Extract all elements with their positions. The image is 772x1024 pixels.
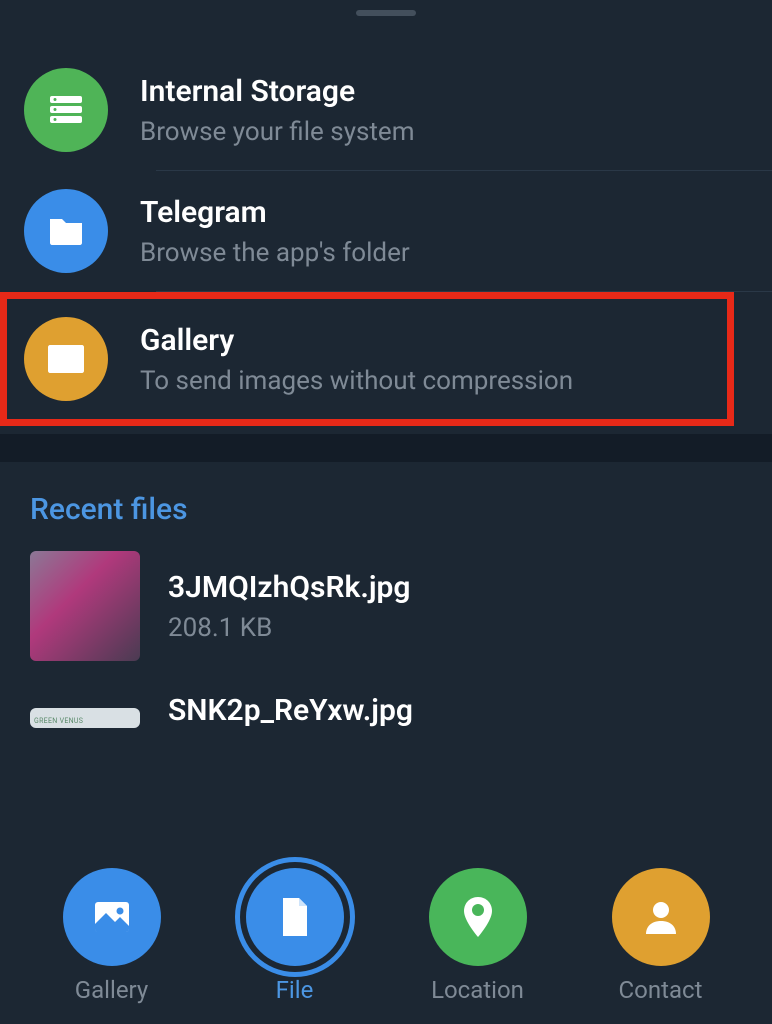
storage-options-list: Internal Storage Browse your file system… bbox=[0, 0, 772, 426]
recent-files-heading: Recent files bbox=[30, 492, 742, 527]
storage-item-title: Internal Storage bbox=[140, 74, 748, 109]
recent-file-item[interactable]: 3JMQIzhQsRk.jpg 208.1 KB bbox=[30, 551, 742, 661]
bottom-nav: Gallery File Location Contact bbox=[0, 852, 772, 1024]
contact-icon bbox=[612, 868, 710, 966]
nav-label: Gallery bbox=[75, 976, 149, 1004]
storage-item-text: Gallery To send images without compressi… bbox=[140, 323, 710, 396]
file-thumbnail bbox=[30, 708, 140, 728]
folder-icon bbox=[24, 189, 108, 273]
section-gap bbox=[0, 434, 772, 462]
file-thumbnail bbox=[30, 551, 140, 661]
nav-contact[interactable]: Contact bbox=[612, 868, 710, 1004]
storage-item-internal[interactable]: Internal Storage Browse your file system bbox=[0, 50, 772, 170]
file-icon bbox=[246, 868, 344, 966]
nav-gallery[interactable]: Gallery bbox=[63, 868, 161, 1004]
nav-label: Contact bbox=[619, 976, 703, 1004]
nav-label: Location bbox=[431, 976, 524, 1004]
nav-file[interactable]: File bbox=[246, 868, 344, 1004]
file-name: SNK2p_ReYxw.jpg bbox=[168, 693, 413, 728]
file-text: SNK2p_ReYxw.jpg bbox=[168, 693, 413, 728]
nav-label: File bbox=[276, 976, 314, 1004]
file-size: 208.1 KB bbox=[168, 613, 410, 643]
storage-item-text: Internal Storage Browse your file system bbox=[140, 74, 748, 147]
recent-files-section: Recent files 3JMQIzhQsRk.jpg 208.1 KB SN… bbox=[0, 462, 772, 728]
file-name: 3JMQIzhQsRk.jpg bbox=[168, 570, 410, 605]
storage-drive-icon bbox=[24, 68, 108, 152]
image-icon bbox=[24, 317, 108, 401]
storage-item-gallery[interactable]: Gallery To send images without compressi… bbox=[0, 292, 734, 426]
location-icon bbox=[429, 868, 527, 966]
drag-handle[interactable] bbox=[356, 10, 416, 16]
storage-item-text: Telegram Browse the app's folder bbox=[140, 195, 748, 268]
recent-file-item[interactable]: SNK2p_ReYxw.jpg bbox=[30, 693, 742, 728]
storage-item-telegram[interactable]: Telegram Browse the app's folder bbox=[0, 171, 772, 291]
storage-item-title: Gallery bbox=[140, 323, 710, 358]
gallery-icon bbox=[63, 868, 161, 966]
storage-item-subtitle: To send images without compression bbox=[140, 366, 710, 396]
storage-item-subtitle: Browse your file system bbox=[140, 117, 748, 147]
storage-item-subtitle: Browse the app's folder bbox=[140, 238, 748, 268]
storage-item-title: Telegram bbox=[140, 195, 748, 230]
file-text: 3JMQIzhQsRk.jpg 208.1 KB bbox=[168, 570, 410, 643]
nav-location[interactable]: Location bbox=[429, 868, 527, 1004]
